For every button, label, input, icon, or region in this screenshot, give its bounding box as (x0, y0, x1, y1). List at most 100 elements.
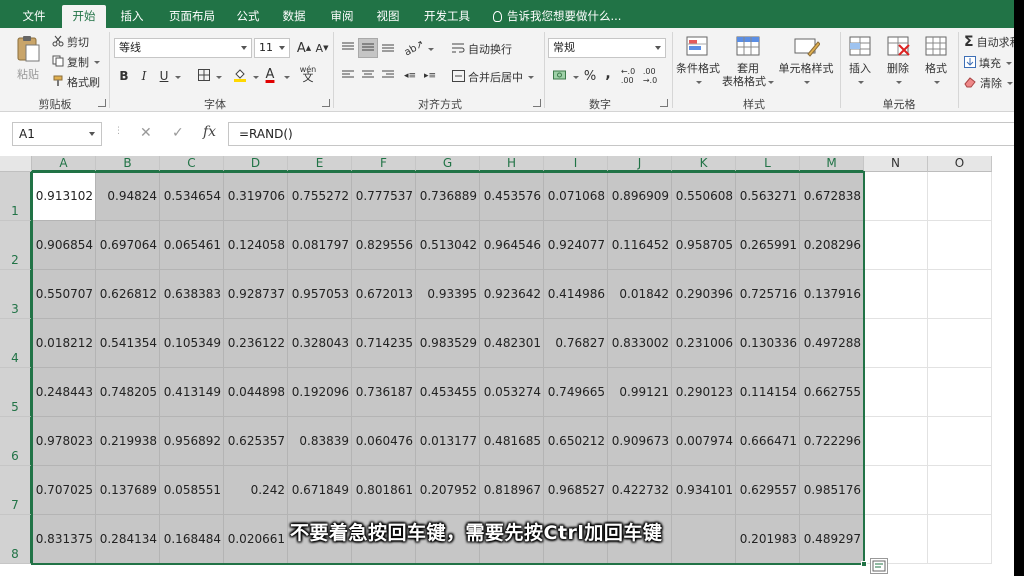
empty-cell[interactable] (864, 221, 928, 270)
align-middle-button[interactable] (358, 38, 378, 58)
cell-e7[interactable]: 0.671849 (288, 466, 352, 515)
cell-i1[interactable]: 0.071068 (544, 172, 608, 221)
format-cells-button[interactable]: 格式 (918, 34, 954, 88)
cell-b1[interactable]: 0.94824 (96, 172, 160, 221)
cell-g7[interactable]: 0.207952 (416, 466, 480, 515)
cancel-formula-button[interactable]: ✕ (140, 125, 152, 141)
column-header-n[interactable]: N (864, 156, 928, 172)
cell-l4[interactable]: 0.130336 (736, 319, 800, 368)
cell-g5[interactable]: 0.453455 (416, 368, 480, 417)
align-center-button[interactable] (358, 66, 378, 86)
paste-button[interactable]: 粘贴 (10, 34, 46, 81)
cell-l7[interactable]: 0.629557 (736, 466, 800, 515)
cell-e3[interactable]: 0.957053 (288, 270, 352, 319)
fill-button[interactable]: 填充 (964, 55, 1012, 71)
conditional-formatting-button[interactable]: 条件格式 (676, 34, 720, 88)
column-header-o[interactable]: O (928, 156, 992, 172)
delete-cells-button[interactable]: 删除 (880, 34, 916, 88)
cell-j6[interactable]: 0.909673 (608, 417, 672, 466)
column-header-a[interactable]: A (32, 156, 96, 172)
cell-a3[interactable]: 0.550707 (32, 270, 96, 319)
cell-i4[interactable]: 0.76827 (544, 319, 608, 368)
cell-j1[interactable]: 0.896909 (608, 172, 672, 221)
cell-e1[interactable]: 0.755272 (288, 172, 352, 221)
cell-i2[interactable]: 0.924077 (544, 221, 608, 270)
tab-file[interactable]: 文件 (12, 5, 56, 28)
column-header-l[interactable]: L (736, 156, 800, 172)
underline-button[interactable]: U (154, 66, 174, 86)
cell-k2[interactable]: 0.958705 (672, 221, 736, 270)
wrap-text-button[interactable]: 自动换行 (452, 41, 512, 57)
cell-l1[interactable]: 0.563271 (736, 172, 800, 221)
cell-a7[interactable]: 0.707025 (32, 466, 96, 515)
row-header-5[interactable]: 5 (0, 368, 32, 417)
cell-a6[interactable]: 0.978023 (32, 417, 96, 466)
cell-a4[interactable]: 0.018212 (32, 319, 96, 368)
cell-c5[interactable]: 0.413149 (160, 368, 224, 417)
tab-formulas[interactable]: 公式 (228, 5, 268, 28)
font-color-button[interactable]: A (260, 64, 280, 84)
cell-a1[interactable]: 0.913102 (32, 172, 96, 221)
tab-home[interactable]: 开始 (62, 5, 106, 28)
cell-m7[interactable]: 0.985176 (800, 466, 864, 515)
grow-font-button[interactable]: A ▲ (294, 38, 314, 58)
copy-button[interactable]: 复制 (52, 54, 100, 70)
empty-cell[interactable] (928, 172, 992, 221)
cell-c8[interactable]: 0.168484 (160, 515, 224, 564)
empty-cell[interactable] (928, 515, 992, 564)
alignment-launcher-icon[interactable] (533, 99, 541, 107)
cell-m1[interactable]: 0.672838 (800, 172, 864, 221)
row-header-2[interactable]: 2 (0, 221, 32, 270)
cell-h1[interactable]: 0.453576 (480, 172, 544, 221)
cell-e4[interactable]: 0.328043 (288, 319, 352, 368)
row-header-7[interactable]: 7 (0, 466, 32, 515)
chevron-down-icon[interactable] (284, 76, 290, 79)
tab-review[interactable]: 审阅 (322, 5, 362, 28)
column-header-d[interactable]: D (224, 156, 288, 172)
column-header-j[interactable]: J (608, 156, 672, 172)
cell-h7[interactable]: 0.818967 (480, 466, 544, 515)
tab-view[interactable]: 视图 (368, 5, 408, 28)
number-launcher-icon[interactable] (660, 99, 668, 107)
spreadsheet-grid[interactable]: A B C D E F G H I J K L M N O 1 0.913102 0.94824 0.534654 0… (0, 156, 1024, 576)
cell-j7[interactable]: 0.422732 (608, 466, 672, 515)
cell-d7[interactable]: 0.242 (224, 466, 288, 515)
column-header-f[interactable]: F (352, 156, 416, 172)
cell-c1[interactable]: 0.534654 (160, 172, 224, 221)
cell-j3[interactable]: 0.01842 (608, 270, 672, 319)
tab-data[interactable]: 数据 (274, 5, 314, 28)
cell-f2[interactable]: 0.829556 (352, 221, 416, 270)
cell-e2[interactable]: 0.081797 (288, 221, 352, 270)
tab-page-layout[interactable]: 页面布局 (160, 5, 224, 28)
cell-k8[interactable] (672, 515, 736, 564)
empty-cell[interactable] (928, 270, 992, 319)
cell-b2[interactable]: 0.697064 (96, 221, 160, 270)
cell-f3[interactable]: 0.672013 (352, 270, 416, 319)
cell-f4[interactable]: 0.714235 (352, 319, 416, 368)
tell-me-search[interactable]: 告诉我您想要做什么... (493, 5, 621, 27)
cell-f5[interactable]: 0.736187 (352, 368, 416, 417)
cell-d2[interactable]: 0.124058 (224, 221, 288, 270)
cell-k6[interactable]: 0.007974 (672, 417, 736, 466)
empty-cell[interactable] (928, 368, 992, 417)
cell-i7[interactable]: 0.968527 (544, 466, 608, 515)
shrink-font-button[interactable]: A ▼ (312, 38, 332, 58)
cell-d4[interactable]: 0.236122 (224, 319, 288, 368)
cell-d6[interactable]: 0.625357 (224, 417, 288, 466)
column-header-e[interactable]: E (288, 156, 352, 172)
increase-decimal-button[interactable]: ←.0.00 (618, 66, 638, 86)
cell-b4[interactable]: 0.541354 (96, 319, 160, 368)
fill-handle[interactable] (861, 561, 867, 567)
column-header-b[interactable]: B (96, 156, 160, 172)
cell-h4[interactable]: 0.482301 (480, 319, 544, 368)
cell-d3[interactable]: 0.928737 (224, 270, 288, 319)
merge-center-button[interactable]: 合并后居中 (452, 69, 534, 85)
border-button[interactable] (194, 66, 214, 86)
column-header-m[interactable]: M (800, 156, 864, 172)
cell-l6[interactable]: 0.666471 (736, 417, 800, 466)
cell-c7[interactable]: 0.058551 (160, 466, 224, 515)
cell-m4[interactable]: 0.497288 (800, 319, 864, 368)
cell-m6[interactable]: 0.722296 (800, 417, 864, 466)
row-header-8[interactable]: 8 (0, 515, 32, 564)
formula-input[interactable]: =RAND() (228, 122, 1024, 146)
